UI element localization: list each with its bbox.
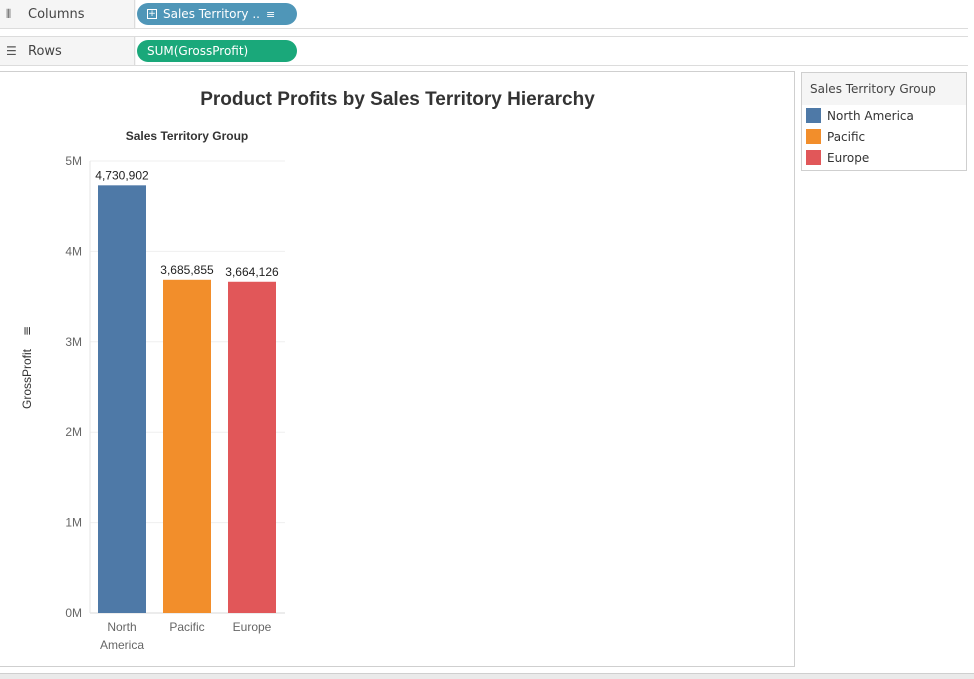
bottom-scrollbar[interactable] bbox=[0, 673, 974, 679]
legend-item[interactable]: Europe bbox=[802, 147, 966, 168]
x-tick-label: America bbox=[100, 638, 144, 652]
x-tick-label: Europe bbox=[233, 620, 272, 634]
legend-item[interactable]: North America bbox=[802, 105, 966, 126]
x-tick-label: North bbox=[107, 620, 136, 634]
legend-swatch bbox=[806, 108, 821, 123]
color-legend: Sales Territory Group North America Pacif… bbox=[801, 72, 967, 171]
y-tick-label: 1M bbox=[65, 516, 82, 530]
legend-label: North America bbox=[827, 108, 914, 123]
legend-swatch bbox=[806, 150, 821, 165]
y-tick-label: 4M bbox=[65, 244, 82, 258]
y-tick-label: 2M bbox=[65, 425, 82, 439]
sort-icon: ≡ bbox=[20, 326, 34, 336]
y-tick-label: 0M bbox=[65, 606, 82, 620]
legend-swatch bbox=[806, 129, 821, 144]
legend-label: Europe bbox=[827, 150, 870, 165]
legend-label: Pacific bbox=[827, 129, 866, 144]
y-tick-label: 5M bbox=[65, 154, 82, 168]
column-header: Sales Territory Group bbox=[126, 129, 248, 143]
bar bbox=[163, 279, 211, 613]
y-tick-label: 3M bbox=[65, 335, 82, 349]
bar bbox=[228, 281, 276, 613]
data-label: 3,685,855 bbox=[160, 263, 214, 277]
data-label: 3,664,126 bbox=[225, 265, 279, 279]
bar bbox=[98, 185, 146, 613]
legend-title: Sales Territory Group bbox=[802, 73, 966, 105]
y-axis-label: GrossProfit bbox=[20, 348, 34, 409]
x-tick-label: Pacific bbox=[169, 620, 204, 634]
bar-chart: Sales Territory Group 0M 1M 2M 3M 4M 5M GrossPr… bbox=[20, 129, 285, 652]
legend-item[interactable]: Pacific bbox=[802, 126, 966, 147]
data-label: 4,730,902 bbox=[95, 168, 149, 182]
